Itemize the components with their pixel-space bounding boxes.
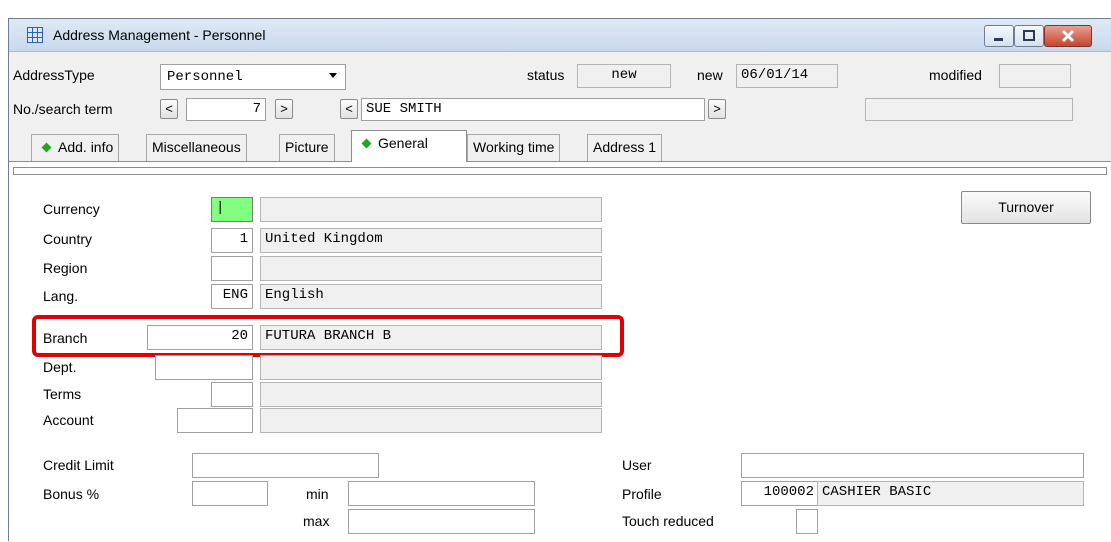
search-term-label: No./search term: [13, 101, 113, 117]
close-button[interactable]: [1044, 25, 1092, 47]
green-diamond-icon: [41, 142, 52, 153]
profile-label: Profile: [622, 486, 662, 502]
terms-name-field: [260, 382, 602, 407]
title-bar: Address Management - Personnel: [9, 19, 1111, 52]
dept-code-field[interactable]: [155, 355, 253, 380]
tab-address-1[interactable]: Address 1: [587, 134, 663, 161]
tab-working-time[interactable]: Working time: [467, 134, 561, 161]
dept-name-field: [260, 355, 602, 380]
window-title: Address Management - Personnel: [53, 27, 266, 43]
credit-limit-label: Credit Limit: [43, 457, 114, 473]
country-name-field: United Kingdom: [260, 228, 602, 253]
grid-app-icon: [27, 27, 43, 43]
address-type-value: Personnel: [167, 69, 243, 85]
lang-name-field: English: [260, 284, 602, 309]
touch-reduced-label: Touch reduced: [622, 513, 714, 529]
currency-name-field: [260, 197, 602, 222]
tab-picture[interactable]: Picture: [279, 134, 335, 161]
account-name-field: [260, 408, 602, 433]
modified-field: [999, 64, 1071, 88]
tab-general[interactable]: General: [351, 130, 467, 162]
profile-code-field[interactable]: 100002: [741, 481, 819, 506]
next-name-button[interactable]: >: [708, 99, 726, 119]
status-label: status: [527, 67, 565, 83]
new-date-field: 06/01/14: [736, 64, 838, 88]
profile-name-field: CASHIER BASIC: [817, 481, 1084, 506]
bonus-label: Bonus %: [43, 486, 100, 502]
minimize-icon: [994, 38, 1003, 41]
turnover-button[interactable]: Turnover: [961, 191, 1091, 224]
next-number-button[interactable]: >: [275, 99, 293, 119]
user-label: User: [622, 457, 652, 473]
search-extra-field: [865, 98, 1073, 121]
branch-highlight-box: [32, 315, 624, 357]
terms-code-field[interactable]: [211, 382, 253, 407]
country-code-field[interactable]: 1: [211, 228, 253, 253]
status-field: new: [577, 64, 671, 88]
lang-label: Lang.: [43, 288, 79, 304]
account-code-field[interactable]: [177, 408, 253, 433]
tab-miscellaneous[interactable]: Miscellaneous: [146, 134, 247, 161]
name-search-field[interactable]: SUE SMITH: [361, 98, 705, 121]
lang-code-field[interactable]: ENG: [211, 284, 253, 309]
region-label: Region: [43, 260, 88, 276]
address-type-label: AddressType: [13, 67, 95, 83]
max-field[interactable]: [348, 509, 535, 534]
address-management-window: Address Management - Personnel AddressTy…: [8, 18, 1111, 542]
close-icon: [1061, 29, 1075, 43]
green-diamond-icon: [361, 138, 372, 149]
account-label: Account: [43, 412, 94, 428]
touch-reduced-field[interactable]: [796, 509, 818, 534]
terms-label: Terms: [43, 386, 82, 402]
minimize-button[interactable]: [984, 25, 1014, 47]
address-type-select[interactable]: Personnel: [160, 64, 346, 90]
credit-limit-field[interactable]: [192, 453, 379, 478]
max-label: max: [303, 513, 330, 529]
dept-label: Dept.: [43, 359, 77, 375]
currency-code-field[interactable]: |: [211, 197, 253, 222]
tab-divider: [13, 167, 1107, 175]
min-label: min: [306, 486, 329, 502]
bonus-field[interactable]: [192, 481, 268, 506]
number-field[interactable]: 7: [186, 98, 266, 121]
new-label: new: [697, 67, 723, 83]
prev-number-button[interactable]: <: [160, 99, 178, 119]
modified-label: modified: [929, 67, 982, 83]
region-code-field[interactable]: [211, 256, 253, 281]
currency-label: Currency: [43, 201, 100, 217]
chevron-down-icon: [329, 73, 337, 78]
region-name-field: [260, 256, 602, 281]
tab-add-info[interactable]: Add. info: [31, 134, 120, 161]
prev-name-button[interactable]: <: [340, 99, 358, 119]
user-field[interactable]: [741, 453, 1084, 478]
maximize-icon: [1023, 30, 1035, 41]
min-field[interactable]: [348, 481, 535, 506]
maximize-button[interactable]: [1014, 25, 1044, 47]
country-label: Country: [43, 231, 93, 247]
